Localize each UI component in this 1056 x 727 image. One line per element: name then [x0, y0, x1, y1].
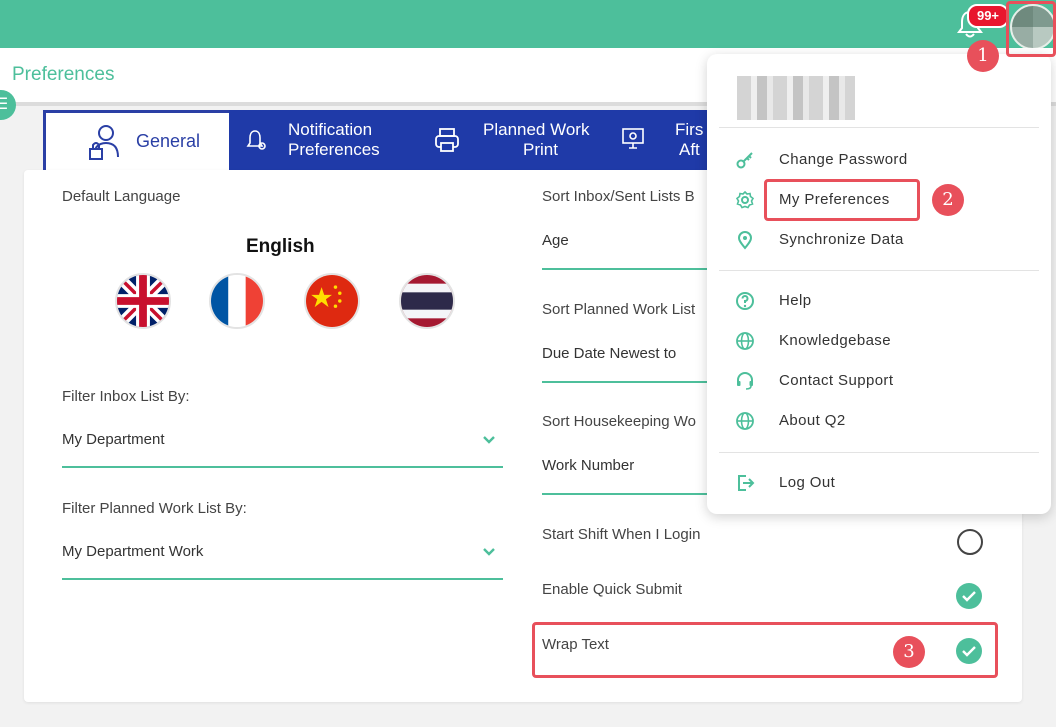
menu-item-label: Help — [779, 292, 812, 309]
filter-inbox-select[interactable]: My Department — [62, 424, 503, 468]
key-icon — [736, 152, 753, 169]
monitor-gear-icon — [622, 128, 644, 149]
tab-general[interactable]: General — [43, 110, 229, 170]
logout-icon — [738, 475, 755, 491]
filter-planned-label: Filter Planned Work List By: — [62, 500, 247, 517]
menu-item-knowledgebase[interactable]: Knowledgebase — [707, 323, 1051, 359]
user-lock-icon — [89, 125, 119, 160]
quick-submit-label: Enable Quick Submit — [542, 581, 683, 598]
menu-divider — [719, 127, 1039, 128]
sort-planned-value: Due Date Newest to — [542, 345, 677, 362]
tab-bar: General Notification Preferences Planned… — [43, 110, 763, 170]
menu-item-label: About Q2 — [779, 412, 846, 429]
sort-planned-label: Sort Planned Work List — [542, 301, 696, 318]
filter-planned-select[interactable]: My Department Work — [62, 536, 503, 580]
headset-icon — [737, 372, 753, 390]
tab-planned-label-1: Planned Work — [483, 120, 590, 139]
menu-item-help[interactable]: Help — [707, 283, 1051, 319]
user-name-blurred — [737, 76, 855, 120]
tab-notification-label-2: Preferences — [288, 140, 380, 159]
tab-planned-work-print[interactable]: Planned Work Print — [421, 110, 611, 170]
tab-first-label-1: Firs — [675, 120, 704, 139]
menu-item-about[interactable]: About Q2 — [707, 403, 1051, 439]
tab-planned-label-2: Print — [523, 140, 558, 159]
sort-housekeeping-select[interactable]: Work Number — [542, 449, 722, 495]
start-shift-label: Start Shift When I Login — [542, 526, 701, 543]
menu-item-log-out[interactable]: Log Out — [707, 465, 1051, 501]
gear-icon — [735, 190, 755, 209]
location-pin-icon — [737, 231, 753, 250]
annotation-number-2: 2 — [932, 184, 964, 216]
chevron-down-icon — [483, 436, 495, 444]
menu-item-contact-support[interactable]: Contact Support — [707, 363, 1051, 399]
thailand-flag-icon[interactable] — [399, 273, 455, 329]
help-circle-icon — [736, 292, 754, 310]
menu-item-change-password[interactable]: Change Password — [707, 142, 1051, 178]
printer-icon — [435, 128, 459, 152]
sort-housekeeping-value: Work Number — [542, 457, 635, 474]
filter-planned-value: My Department Work — [62, 543, 204, 560]
china-flag-icon[interactable] — [304, 273, 360, 329]
menu-item-label: Knowledgebase — [779, 332, 891, 349]
france-flag-icon[interactable] — [209, 273, 265, 329]
annotation-box-3 — [532, 622, 998, 678]
annotation-number-1: 1 — [967, 40, 999, 72]
menu-item-synchronize-data[interactable]: Synchronize Data — [707, 222, 1051, 258]
sort-planned-select[interactable]: Due Date Newest to — [542, 337, 722, 383]
annotation-box-1 — [1006, 1, 1056, 57]
tab-first-label-2: Aft — [679, 140, 700, 159]
globe-icon — [736, 332, 754, 350]
annotation-box-2 — [764, 179, 920, 221]
notification-badge: 99+ — [967, 4, 1009, 28]
tab-general-label: General — [136, 131, 201, 151]
chevron-down-icon — [483, 548, 495, 556]
menu-item-label: Contact Support — [779, 372, 894, 389]
filter-inbox-value: My Department — [62, 431, 165, 448]
user-menu: Change Password My Preferences Synchroni… — [707, 54, 1051, 514]
sort-inbox-select[interactable]: Age — [542, 224, 722, 270]
annotation-number-3: 3 — [893, 636, 925, 668]
menu-item-label: Change Password — [779, 151, 908, 168]
sort-housekeeping-label: Sort Housekeeping Wo — [542, 413, 696, 430]
tab-notification-label-1: Notification — [288, 120, 373, 139]
menu-divider — [719, 452, 1039, 453]
top-bar — [0, 0, 1056, 48]
sort-inbox-value: Age — [542, 232, 569, 249]
uk-flag-icon[interactable] — [115, 273, 171, 329]
menu-divider — [719, 270, 1039, 271]
sort-inbox-label: Sort Inbox/Sent Lists B — [542, 188, 695, 205]
start-shift-checkbox[interactable] — [957, 529, 983, 555]
bell-gear-icon — [246, 130, 266, 150]
check-icon — [962, 591, 976, 602]
quick-submit-checkbox[interactable] — [956, 583, 982, 609]
selected-language: English — [246, 236, 315, 257]
default-language-label: Default Language — [62, 188, 181, 205]
menu-item-label: Log Out — [779, 474, 836, 491]
tab-notification-preferences[interactable]: Notification Preferences — [233, 110, 413, 170]
filter-inbox-label: Filter Inbox List By: — [62, 388, 190, 405]
menu-item-label: Synchronize Data — [779, 231, 904, 248]
page-title: Preferences — [12, 64, 115, 85]
globe-icon — [736, 412, 754, 430]
